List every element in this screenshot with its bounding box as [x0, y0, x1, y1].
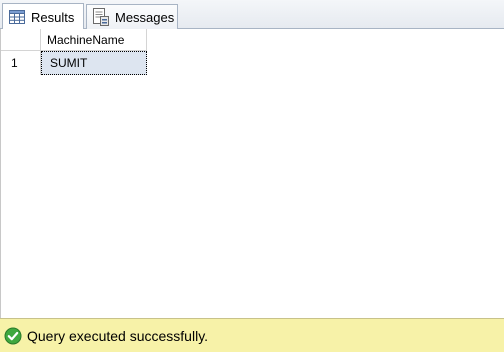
messages-icon: [93, 8, 109, 26]
tab-results[interactable]: Results: [2, 3, 84, 30]
status-message: Query executed successfully.: [27, 327, 209, 344]
tab-messages-label: Messages: [115, 9, 175, 25]
grid-corner-header[interactable]: [1, 29, 41, 51]
results-grid[interactable]: MachineName 1 SUMIT: [0, 29, 504, 318]
check-circle-icon: [4, 327, 22, 345]
grid-cell-machinename[interactable]: SUMIT: [41, 51, 147, 75]
status-bar: Query executed successfully.: [0, 318, 504, 352]
result-tabbar: Results Messages: [0, 0, 504, 30]
tab-messages[interactable]: Messages: [86, 4, 178, 29]
grid-icon: [9, 10, 25, 24]
tab-results-label: Results: [31, 9, 75, 25]
column-header-machinename[interactable]: MachineName: [41, 29, 147, 51]
row-header-1[interactable]: 1: [1, 51, 41, 75]
